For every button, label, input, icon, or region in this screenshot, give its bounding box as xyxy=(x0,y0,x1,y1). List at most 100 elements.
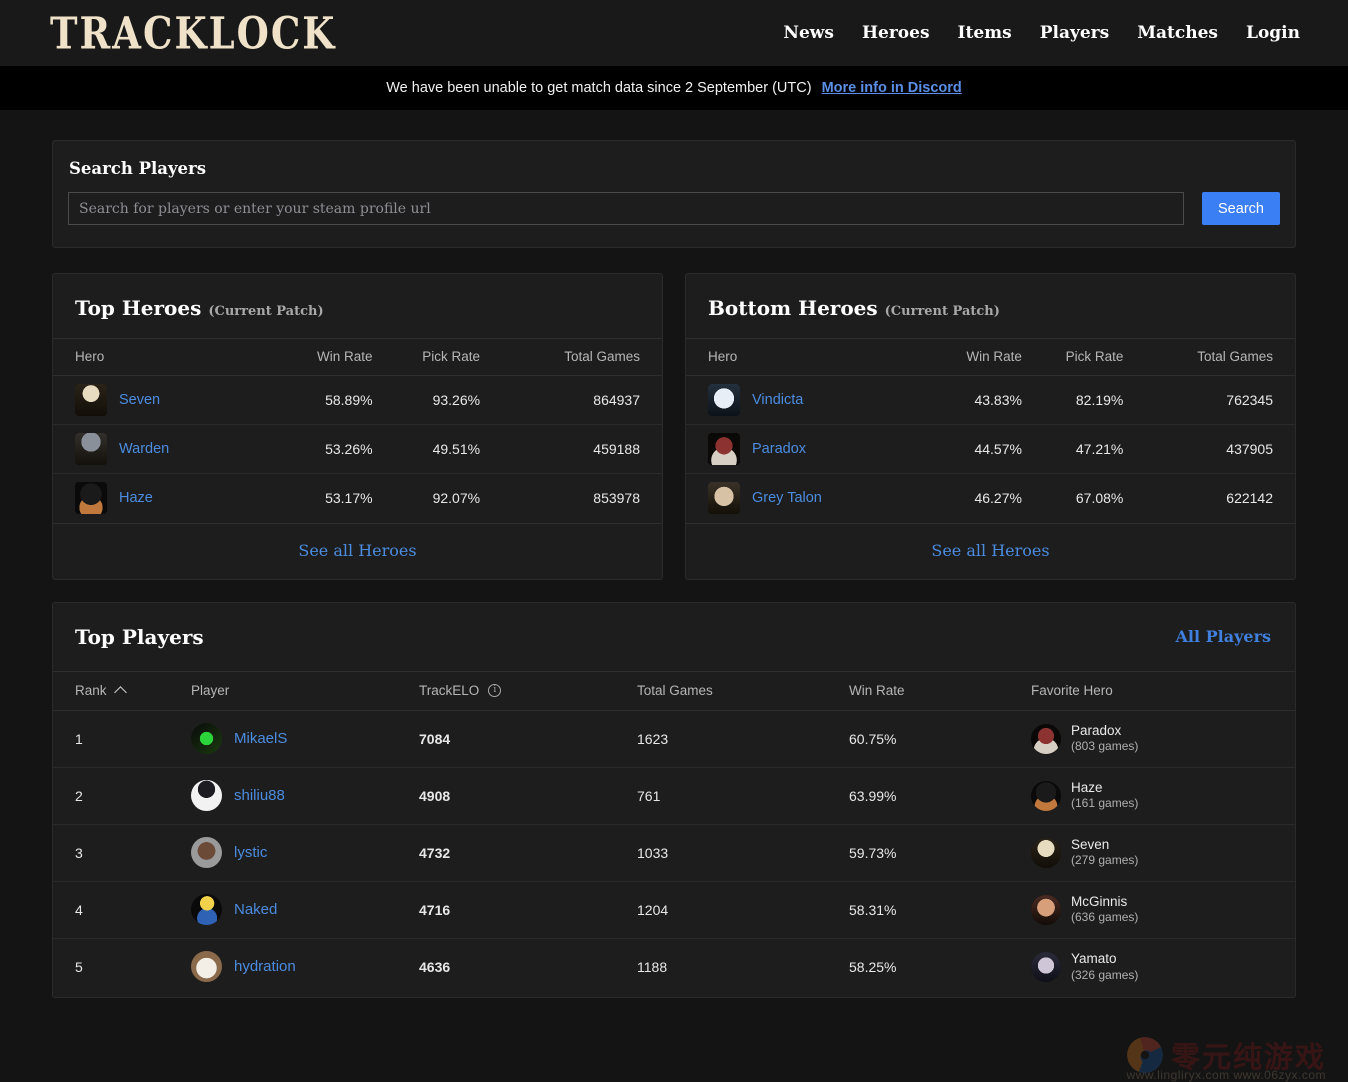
main-nav: News Heroes Items Players Matches Login xyxy=(783,23,1324,43)
player-total-games: 1623 xyxy=(637,710,849,767)
col-rank[interactable]: Rank xyxy=(53,671,191,710)
player-total-games: 761 xyxy=(637,767,849,824)
avatar xyxy=(191,951,222,982)
hero-pick-rate: 82.19% xyxy=(1022,376,1123,425)
bottom-heroes-header: Bottom Heroes (Current Patch) xyxy=(686,274,1295,320)
hero-pick-rate: 67.08% xyxy=(1022,474,1123,523)
watermark-text: 零元纯游戏 xyxy=(1171,1034,1326,1076)
hero-pick-rate: 93.26% xyxy=(373,376,481,425)
col-total-games[interactable]: Total Games xyxy=(637,671,849,710)
table-row[interactable]: Haze 53.17% 92.07% 853978 xyxy=(53,474,662,523)
player-elo: 4636 xyxy=(419,938,637,995)
player-elo: 4716 xyxy=(419,881,637,938)
col-win-rate[interactable]: Win Rate xyxy=(849,671,1031,710)
table-row[interactable]: 4 Naked 4716 1204 58.31% xyxy=(53,881,1295,938)
avatar xyxy=(191,837,222,868)
player-win-rate: 58.31% xyxy=(849,881,1031,938)
col-total-games[interactable]: Total Games xyxy=(480,339,662,376)
hero-total-games: 864937 xyxy=(480,376,662,425)
nav-item-login[interactable]: Login xyxy=(1246,23,1300,43)
col-win-rate[interactable]: Win Rate xyxy=(924,339,1021,376)
search-input[interactable] xyxy=(68,192,1184,225)
hero-avatar xyxy=(75,384,107,416)
favorite-hero-games: (279 games) xyxy=(1071,853,1138,868)
col-pick-rate[interactable]: Pick Rate xyxy=(1022,339,1123,376)
favorite-hero-games: (326 games) xyxy=(1071,968,1138,983)
table-row[interactable]: 5 hydration 4636 1188 58.25% xyxy=(53,938,1295,995)
hero-link[interactable]: Haze xyxy=(119,490,153,506)
avatar xyxy=(191,780,222,811)
site-logo[interactable]: TRACKLOCK xyxy=(50,11,336,55)
all-players-link[interactable]: All Players xyxy=(1175,627,1271,646)
table-row[interactable]: Seven 58.89% 93.26% 864937 xyxy=(53,376,662,425)
hero-total-games: 437905 xyxy=(1123,425,1295,474)
col-player[interactable]: Player xyxy=(191,671,419,710)
table-row[interactable]: 2 shiliu88 4908 761 63.99% xyxy=(53,767,1295,824)
nav-item-news[interactable]: News xyxy=(783,23,834,43)
avatar xyxy=(191,894,222,925)
hero-link[interactable]: Paradox xyxy=(752,441,806,457)
player-link[interactable]: shiliu88 xyxy=(234,787,285,804)
search-button[interactable]: Search xyxy=(1202,192,1280,225)
col-trackelo[interactable]: TrackELO i xyxy=(419,671,637,710)
player-win-rate: 59.73% xyxy=(849,824,1031,881)
bottom-heroes-subtitle: (Current Patch) xyxy=(885,304,1000,319)
col-hero[interactable]: Hero xyxy=(53,339,269,376)
hero-cards-row: Top Heroes (Current Patch) Hero Win Rate… xyxy=(52,273,1296,580)
hero-total-games: 622142 xyxy=(1123,474,1295,523)
hero-link[interactable]: Seven xyxy=(119,392,160,408)
player-link[interactable]: lystic xyxy=(234,844,267,861)
hero-pick-rate: 92.07% xyxy=(373,474,481,523)
nav-item-players[interactable]: Players xyxy=(1040,23,1109,43)
hero-link[interactable]: Warden xyxy=(119,441,169,457)
avatar xyxy=(191,723,222,754)
hero-avatar xyxy=(708,384,740,416)
nav-item-items[interactable]: Items xyxy=(958,23,1012,43)
see-all-heroes-link[interactable]: See all Heroes xyxy=(298,541,416,560)
player-win-rate: 63.99% xyxy=(849,767,1031,824)
col-favorite-hero[interactable]: Favorite Hero xyxy=(1031,671,1295,710)
col-total-games[interactable]: Total Games xyxy=(1123,339,1295,376)
col-win-rate[interactable]: Win Rate xyxy=(269,339,372,376)
player-link[interactable]: hydration xyxy=(234,958,296,975)
info-icon[interactable]: i xyxy=(488,684,501,697)
player-rank: 1 xyxy=(53,710,191,767)
top-players-header: Top Players All Players xyxy=(53,603,1295,649)
favorite-hero-games: (803 games) xyxy=(1071,739,1138,754)
bottom-heroes-card: Bottom Heroes (Current Patch) Hero Win R… xyxy=(685,273,1296,580)
col-rank-label: Rank xyxy=(75,683,107,698)
top-heroes-table: Hero Win Rate Pick Rate Total Games xyxy=(53,338,662,523)
banner-discord-link[interactable]: More info in Discord xyxy=(822,80,962,96)
table-header-row: Rank Player TrackELO i Total Games Win R… xyxy=(53,671,1295,710)
bottom-heroes-title-text: Bottom Heroes xyxy=(708,296,878,320)
favorite-hero-games: (636 games) xyxy=(1071,910,1138,925)
player-rank: 2 xyxy=(53,767,191,824)
player-link[interactable]: Naked xyxy=(234,901,277,918)
favorite-hero-avatar xyxy=(1031,895,1061,925)
watermark-swirl-icon xyxy=(1127,1037,1163,1073)
hero-link[interactable]: Vindicta xyxy=(752,392,803,408)
hero-link[interactable]: Grey Talon xyxy=(752,490,822,506)
search-players-title: Search Players xyxy=(69,159,1280,178)
nav-item-matches[interactable]: Matches xyxy=(1137,23,1218,43)
table-row[interactable]: 1 MikaelS 7084 1623 60.75% xyxy=(53,710,1295,767)
table-row[interactable]: Paradox 44.57% 47.21% 437905 xyxy=(686,425,1295,474)
see-all-heroes-link[interactable]: See all Heroes xyxy=(931,541,1049,560)
table-header-row: Hero Win Rate Pick Rate Total Games xyxy=(53,339,662,376)
col-pick-rate[interactable]: Pick Rate xyxy=(373,339,481,376)
hero-pick-rate: 49.51% xyxy=(373,425,481,474)
search-row: Search xyxy=(68,192,1280,225)
player-rank: 4 xyxy=(53,881,191,938)
favorite-hero-name: Yamato xyxy=(1071,951,1138,968)
table-row[interactable]: Vindicta 43.83% 82.19% 762345 xyxy=(686,376,1295,425)
table-row[interactable]: Warden 53.26% 49.51% 459188 xyxy=(53,425,662,474)
player-elo: 7084 xyxy=(419,710,637,767)
table-row[interactable]: 3 lystic 4732 1033 59.73% xyxy=(53,824,1295,881)
table-row[interactable]: Grey Talon 46.27% 67.08% 622142 xyxy=(686,474,1295,523)
chevron-up-icon[interactable] xyxy=(116,685,127,696)
col-hero[interactable]: Hero xyxy=(686,339,924,376)
hero-total-games: 762345 xyxy=(1123,376,1295,425)
player-link[interactable]: MikaelS xyxy=(234,730,287,747)
nav-item-heroes[interactable]: Heroes xyxy=(862,23,930,43)
hero-win-rate: 53.17% xyxy=(269,474,372,523)
